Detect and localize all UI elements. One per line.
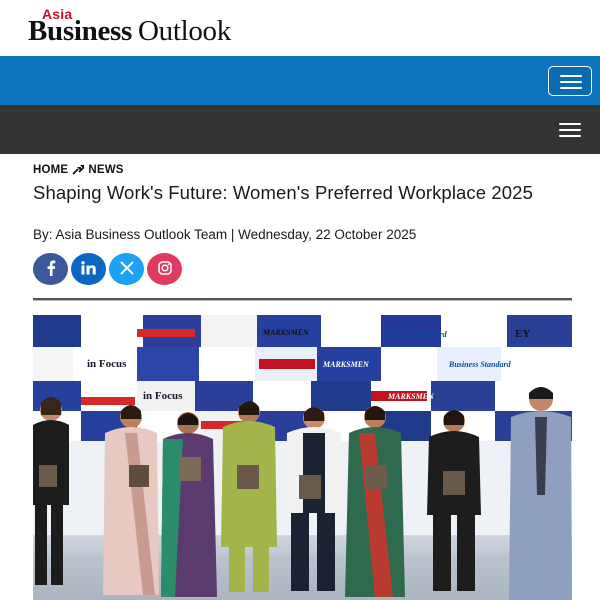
backdrop-logo-text: MARKSMEN <box>262 328 310 337</box>
person <box>103 405 159 595</box>
primary-nav-bar <box>0 56 600 105</box>
content-divider <box>33 298 572 301</box>
hamburger-icon <box>559 123 581 125</box>
facebook-icon <box>46 260 56 278</box>
linkedin-icon <box>81 261 96 277</box>
site-logo[interactable]: Asia Business Outlook <box>28 6 288 50</box>
award-photo: in Focus in Focus Business Standard Busi… <box>33 315 572 600</box>
share-buttons <box>33 253 182 285</box>
logo-business-text: Business <box>28 15 132 47</box>
hamburger-icon <box>560 81 582 83</box>
secondary-nav-bar <box>0 105 600 154</box>
linkedin-share-button[interactable] <box>71 253 106 285</box>
secondary-menu-toggle[interactable] <box>548 115 592 145</box>
x-icon <box>119 261 134 277</box>
person <box>161 412 217 597</box>
article-byline: By: Asia Business Outlook Team | Wednesd… <box>33 227 417 242</box>
backdrop-logo-text: in Focus <box>87 358 127 370</box>
person <box>509 387 572 600</box>
breadcrumb-home-link[interactable]: HOME <box>33 164 68 176</box>
breadcrumb: HOME NEWS <box>33 162 124 178</box>
logo-outlook-text: Outlook <box>138 15 231 47</box>
hamburger-icon <box>559 135 581 137</box>
logo-wordmark: Business Outlook <box>28 15 231 48</box>
person <box>345 406 405 597</box>
primary-menu-toggle[interactable] <box>548 66 592 96</box>
backdrop-logo-text: MARKSMEN <box>322 360 370 369</box>
backdrop-logo-text: MARKSMEN <box>387 392 435 401</box>
backdrop-logo-text: Business Standard <box>448 360 512 369</box>
article-hero-image[interactable]: in Focus in Focus Business Standard Busi… <box>33 315 572 600</box>
article-title: Shaping Work's Future: Women's Preferred… <box>33 182 533 203</box>
hamburger-icon <box>559 129 581 131</box>
arrows-icon <box>71 164 85 176</box>
instagram-share-button[interactable] <box>147 253 182 285</box>
site-header: Asia Business Outlook <box>0 0 600 56</box>
hamburger-icon <box>560 87 582 89</box>
instagram-icon <box>157 261 172 277</box>
breadcrumb-news-link[interactable]: NEWS <box>88 164 123 176</box>
x-share-button[interactable] <box>109 253 144 285</box>
backdrop-logo-text: Business Standard <box>384 330 448 339</box>
backdrop-logo-text: in Focus <box>143 390 183 402</box>
backdrop-logo-text: EY <box>515 328 530 340</box>
facebook-share-button[interactable] <box>33 253 68 285</box>
hamburger-icon <box>560 75 582 77</box>
